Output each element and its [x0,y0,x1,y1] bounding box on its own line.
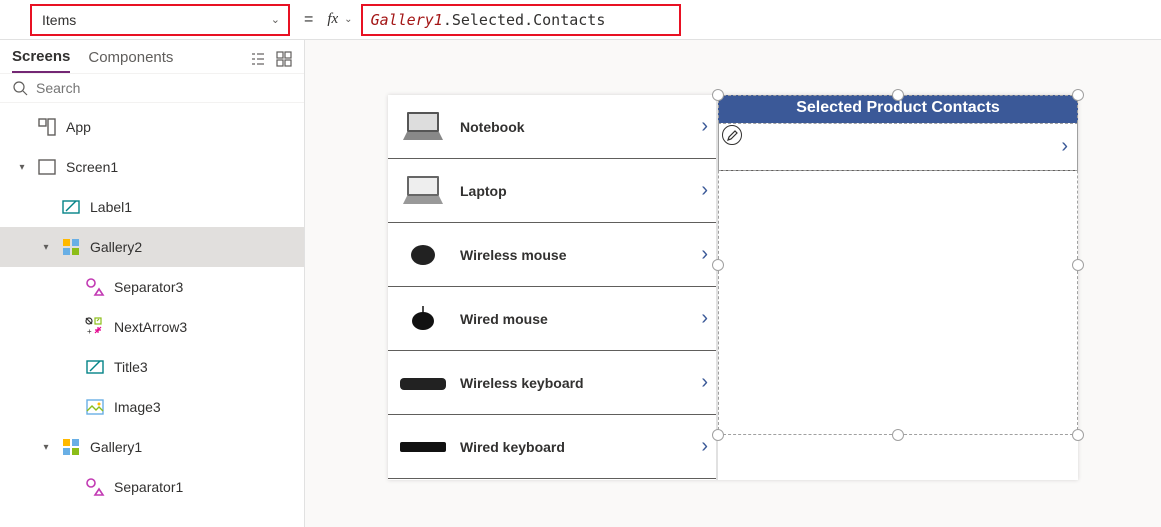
list-item[interactable]: Notebook › [388,95,716,159]
tree-item-image3[interactable]: Image3 [0,387,304,427]
gallery1[interactable]: Notebook › Laptop › Wireless mouse › [388,95,718,480]
tree-label: NextArrow3 [114,319,187,335]
product-title: Wired keyboard [460,439,701,455]
resize-handle[interactable] [892,429,904,441]
tree-item-gallery1[interactable]: ▾ Gallery1 [0,427,304,467]
tree-view-grid-icon[interactable] [276,51,292,70]
tree-label: Separator1 [114,479,183,495]
fx-label: fx [327,11,338,28]
chevron-right-icon[interactable]: › [701,243,708,266]
gallery-icon [60,436,82,458]
chevron-right-icon[interactable]: › [701,179,708,202]
tree-item-separator1[interactable]: Separator1 [0,467,304,507]
tree-item-nextarrow3[interactable]: + NextArrow3 [0,307,304,347]
product-title: Wired mouse [460,311,701,327]
formula-token-rest: .Selected.Contacts [443,11,606,29]
product-image-laptop [396,171,450,211]
caret-down-icon: ▾ [40,442,52,453]
formula-token-identifier: Gallery1 [371,11,443,29]
tree-item-app[interactable]: App [0,107,304,147]
tree-label: Label1 [90,199,132,215]
tree-tabs: Screens Components [0,40,304,74]
list-item[interactable]: Wired mouse › [388,287,716,351]
nextarrow-icon: + [84,316,106,338]
tree-panel: Screens Components App [0,40,305,527]
tree-label: App [66,119,91,135]
product-image-keyboard [396,427,450,467]
tree-label: Gallery2 [90,239,142,255]
property-label: Items [42,12,76,28]
product-image-mouse [396,235,450,275]
tree-item-title3[interactable]: Title3 [0,347,304,387]
product-title: Wireless mouse [460,247,701,263]
gallery-icon [60,236,82,258]
tree-item-label1[interactable]: Label1 [0,187,304,227]
image-icon [84,396,106,418]
gallery2-wrap: Selected Product Contacts › [718,95,1078,480]
chevron-down-icon: ⌄ [344,14,352,25]
app-icon [36,116,58,138]
screen-icon [36,156,58,178]
chevron-down-icon: ⌄ [271,13,280,26]
label-icon [60,196,82,218]
list-item[interactable]: Wired keyboard › [388,415,716,479]
search-icon [12,80,28,96]
gallery2-header: Selected Product Contacts [718,95,1078,123]
tree-label: Title3 [114,359,148,375]
caret-down-icon: ▾ [40,242,52,253]
tree-label: Screen1 [66,159,118,175]
edit-template-button[interactable] [722,125,742,145]
list-item[interactable]: › [718,123,1078,171]
chevron-right-icon[interactable]: › [1061,135,1068,158]
tree-search [0,74,304,103]
resize-handle[interactable] [1072,259,1084,271]
tree-item-gallery2[interactable]: ▾ Gallery2 [0,227,304,267]
property-selector[interactable]: Items ⌄ [30,4,290,36]
chevron-right-icon[interactable]: › [701,115,708,138]
product-title: Wireless keyboard [460,375,701,391]
chevron-right-icon[interactable]: › [701,435,708,458]
tree: App ▾ Screen1 Label1 ▾ [0,103,304,507]
tree-label: Image3 [114,399,161,415]
app-screen: Notebook › Laptop › Wireless mouse › [388,95,1078,480]
chevron-right-icon[interactable]: › [701,371,708,394]
fx-dropdown[interactable]: fx ⌄ [327,11,352,28]
product-title: Laptop [460,183,701,199]
formula-input[interactable]: Gallery1.Selected.Contacts [361,4,681,36]
equals-label: = [298,11,319,29]
list-item[interactable]: Wireless keyboard › [388,351,716,415]
label-icon [84,356,106,378]
list-item[interactable]: Laptop › [388,159,716,223]
formula-bar: Items ⌄ = fx ⌄ Gallery1.Selected.Contact… [0,0,1161,40]
product-image-mouse [396,299,450,339]
chevron-right-icon[interactable]: › [701,307,708,330]
tree-label: Separator3 [114,279,183,295]
tree-item-screen1[interactable]: ▾ Screen1 [0,147,304,187]
tree-item-separator3[interactable]: Separator3 [0,267,304,307]
product-image-keyboard [396,363,450,403]
tab-components[interactable]: Components [88,49,173,72]
resize-handle[interactable] [1072,429,1084,441]
canvas[interactable]: Notebook › Laptop › Wireless mouse › [305,40,1161,527]
tab-screens[interactable]: Screens [12,48,70,73]
svg-text:+: + [87,327,92,336]
list-item[interactable]: Wireless mouse › [388,223,716,287]
separator-icon [84,276,106,298]
tree-view-list-icon[interactable] [250,51,266,70]
separator-icon [84,476,106,498]
caret-down-icon: ▾ [16,162,28,173]
gallery2[interactable]: › [718,123,1078,171]
product-image-laptop [396,107,450,147]
main-area: Screens Components App [0,40,1161,527]
product-title: Notebook [460,119,701,135]
search-input[interactable] [36,80,292,96]
tree-label: Gallery1 [90,439,142,455]
